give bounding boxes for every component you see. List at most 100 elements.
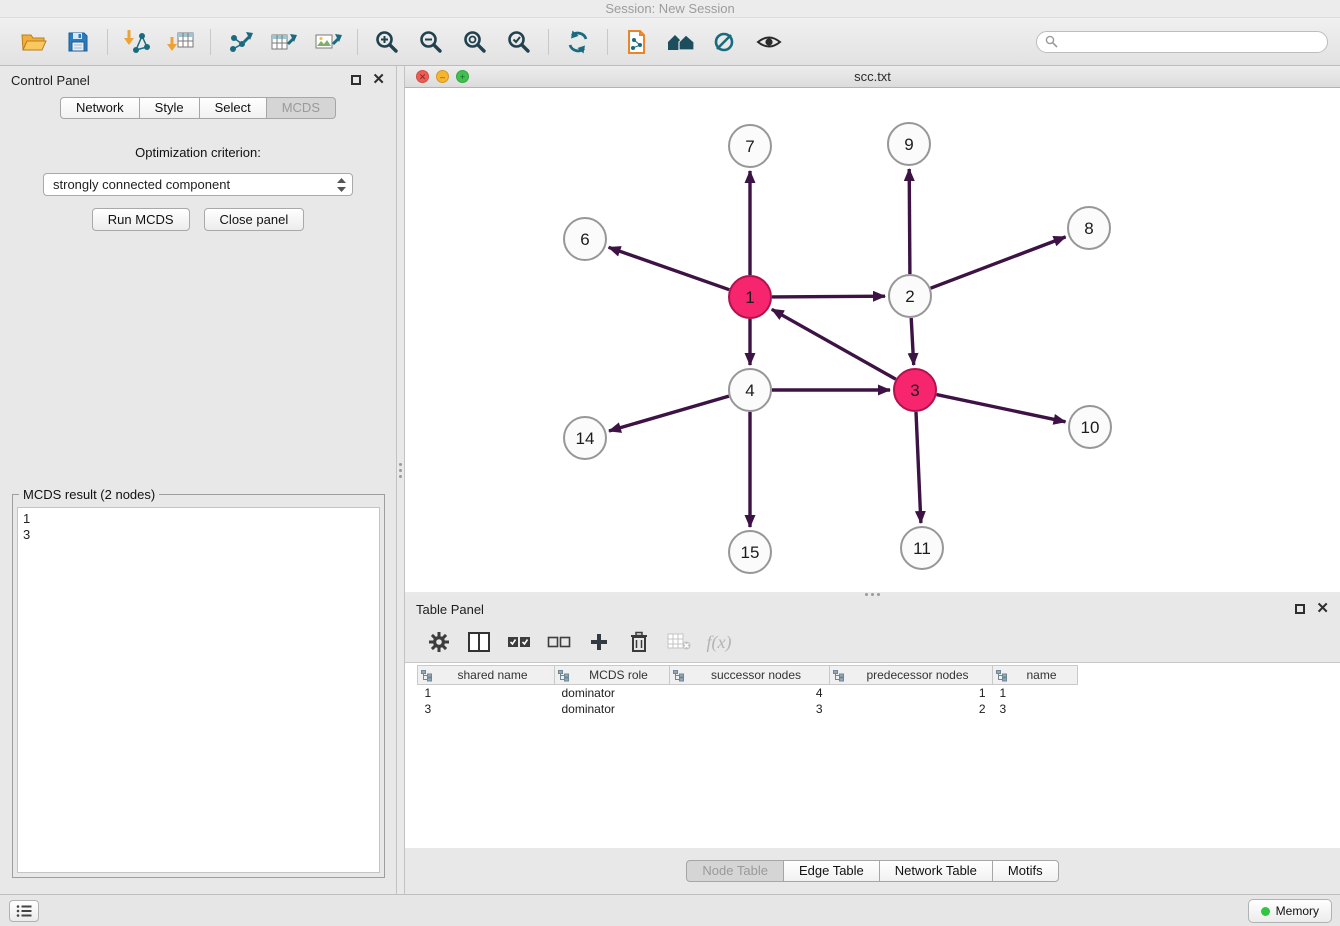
- vertical-panel-splitter[interactable]: [397, 66, 405, 894]
- open-session-button[interactable]: [12, 22, 56, 62]
- table-row[interactable]: 3dominator323: [418, 701, 1078, 717]
- close-window-button[interactable]: ✕: [416, 70, 429, 83]
- home-layout-button[interactable]: [659, 22, 703, 62]
- export-table-icon: [270, 29, 298, 55]
- refresh-icon: [565, 29, 591, 55]
- edge-3-10[interactable]: [937, 395, 1066, 422]
- float-panel-button[interactable]: [351, 75, 361, 85]
- plus-icon: [589, 632, 609, 652]
- tab-style[interactable]: Style: [140, 97, 200, 119]
- tab-motifs[interactable]: Motifs: [993, 860, 1059, 882]
- clone-network-button[interactable]: [615, 22, 659, 62]
- tab-select[interactable]: Select: [200, 97, 267, 119]
- save-session-button[interactable]: [56, 22, 100, 62]
- close-panel-action-button[interactable]: Close panel: [204, 208, 305, 231]
- result-line: 1: [23, 511, 374, 527]
- tab-mcds[interactable]: MCDS: [267, 97, 336, 119]
- table-cell-shared-name[interactable]: 3: [418, 701, 555, 717]
- open-folder-icon: [20, 30, 48, 54]
- table-cell-successor-nodes[interactable]: 4: [670, 685, 830, 701]
- edge-2-9[interactable]: [909, 169, 910, 274]
- criterion-dropdown[interactable]: strongly connected component: [43, 173, 353, 196]
- memory-button[interactable]: Memory: [1248, 899, 1332, 923]
- style-bypass-button[interactable]: [703, 22, 747, 62]
- table-cell-successor-nodes[interactable]: 3: [670, 701, 830, 717]
- close-panel-button[interactable]: ✕: [372, 74, 385, 86]
- close-table-panel-button[interactable]: ✕: [1316, 603, 1329, 615]
- export-network-button[interactable]: [218, 22, 262, 62]
- table-settings-button[interactable]: [421, 626, 457, 658]
- column-header-mcds-role[interactable]: MCDS role: [555, 666, 670, 685]
- mcds-result-list[interactable]: 13: [17, 507, 380, 873]
- node-label-4: 4: [745, 381, 754, 400]
- task-history-button[interactable]: [9, 900, 39, 922]
- table-cell-name[interactable]: 3: [993, 701, 1078, 717]
- gear-icon: [428, 631, 450, 653]
- zoom-fit-button[interactable]: [453, 22, 497, 62]
- result-line: 3: [23, 527, 374, 543]
- window-titlebar: Session: New Session: [0, 0, 1340, 18]
- tab-edge-table[interactable]: Edge Table: [784, 860, 880, 882]
- edge-2-3[interactable]: [911, 318, 914, 365]
- zoom-selected-button[interactable]: [497, 22, 541, 62]
- deselect-all-button[interactable]: [541, 626, 577, 658]
- deselect-all-icon: [547, 635, 571, 649]
- node-label-14: 14: [576, 429, 595, 448]
- run-mcds-button[interactable]: Run MCDS: [92, 208, 190, 231]
- show-columns-button[interactable]: [461, 626, 497, 658]
- column-header-name[interactable]: name: [993, 666, 1078, 685]
- zoom-in-button[interactable]: [365, 22, 409, 62]
- search-input[interactable]: [1063, 35, 1319, 49]
- select-all-icon: [507, 635, 531, 649]
- add-column-button[interactable]: [581, 626, 617, 658]
- function-builder-button[interactable]: f(x): [701, 626, 737, 658]
- search-box[interactable]: [1036, 31, 1328, 53]
- toolbar-separator: [548, 29, 549, 55]
- delete-column-button[interactable]: [621, 626, 657, 658]
- tab-node-table[interactable]: Node Table: [686, 860, 784, 882]
- column-header-predecessor-nodes[interactable]: predecessor nodes: [830, 666, 993, 685]
- float-table-panel-button[interactable]: [1295, 604, 1305, 614]
- minimize-window-button[interactable]: –: [436, 70, 449, 83]
- edge-3-1[interactable]: [772, 309, 896, 379]
- export-image-button[interactable]: [306, 22, 350, 62]
- table-cell-predecessor-nodes[interactable]: 2: [830, 701, 993, 717]
- edge-1-6[interactable]: [609, 247, 730, 289]
- table-cell-shared-name[interactable]: 1: [418, 685, 555, 701]
- column-header-successor-nodes[interactable]: successor nodes: [670, 666, 830, 685]
- destroy-table-button[interactable]: [661, 626, 697, 658]
- tab-network-table[interactable]: Network Table: [880, 860, 993, 882]
- import-table-button[interactable]: [159, 22, 203, 62]
- show-hide-button[interactable]: [747, 22, 791, 62]
- zoom-out-button[interactable]: [409, 22, 453, 62]
- table-cell-predecessor-nodes[interactable]: 1: [830, 685, 993, 701]
- table-panel-title: Table Panel: [416, 602, 484, 617]
- toolbar-separator: [357, 29, 358, 55]
- select-all-button[interactable]: [501, 626, 537, 658]
- edge-1-2[interactable]: [772, 296, 885, 297]
- table-cell-mcds-role[interactable]: dominator: [555, 701, 670, 717]
- column-header-label: predecessor nodes: [866, 668, 968, 682]
- window-title: Session: New Session: [605, 1, 734, 16]
- export-table-button[interactable]: [262, 22, 306, 62]
- table-header-row: shared nameMCDS rolesuccessor nodes prede…: [418, 666, 1078, 685]
- import-network-button[interactable]: [115, 22, 159, 62]
- edge-2-8[interactable]: [931, 237, 1066, 288]
- maximize-window-button[interactable]: +: [456, 70, 469, 83]
- table-row[interactable]: 1dominator411: [418, 685, 1078, 701]
- network-graph: 7968124314101511: [405, 88, 1340, 592]
- edge-3-11[interactable]: [916, 412, 921, 523]
- tab-network[interactable]: Network: [60, 97, 140, 119]
- zoom-selected-icon: [506, 29, 532, 55]
- edge-4-14[interactable]: [609, 396, 729, 431]
- columns-icon: [468, 632, 490, 652]
- memory-status-icon: [1261, 907, 1270, 916]
- splitter-grip-icon: [399, 463, 402, 478]
- home-icon: [666, 30, 696, 54]
- network-canvas[interactable]: 7968124314101511: [405, 88, 1340, 592]
- refresh-view-button[interactable]: [556, 22, 600, 62]
- column-header-shared-name[interactable]: shared name: [418, 666, 555, 685]
- table-cell-name[interactable]: 1: [993, 685, 1078, 701]
- node-label-15: 15: [741, 543, 760, 562]
- table-cell-mcds-role[interactable]: dominator: [555, 685, 670, 701]
